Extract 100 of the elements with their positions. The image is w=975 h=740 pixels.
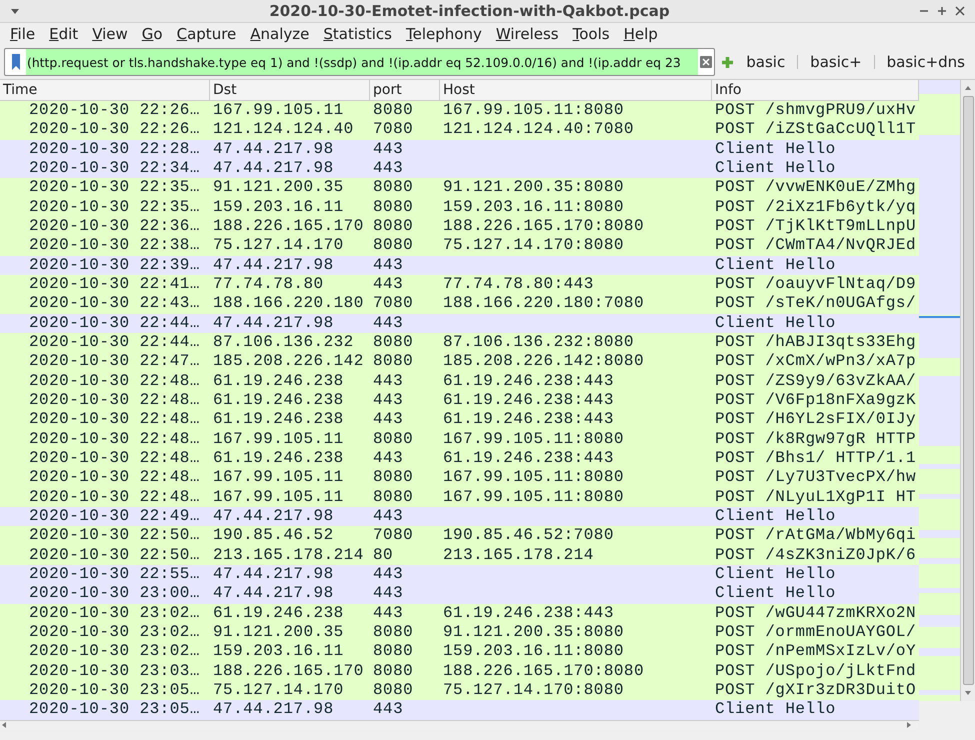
table-cell-text: 2020-10-30 22:39… [28, 256, 201, 275]
table-cell-text: 91.121.200.35:8080 [442, 178, 625, 198]
table-cell-text: 2020-10-30 23:05… [28, 680, 201, 700]
table-cell-text: POST /2iXz1Fb6ytk/yq [714, 198, 918, 217]
filter-button[interactable]: basic [740, 53, 792, 71]
table-cell-text: POST /ormmEnoUAYGOL/ [714, 622, 918, 642]
table-cell-text: 2020-10-30 23:02… [28, 622, 201, 642]
table-cell-text: Client Hello [714, 314, 837, 333]
table-cell-text: POST /USpojo/jLktFnd [714, 662, 918, 681]
filter-button[interactable]: basic+dns [880, 53, 971, 71]
menu-item[interactable]: View [86, 25, 134, 43]
table-cell-text: 8080 [372, 430, 414, 449]
table-cell-text: Client Hello [714, 158, 837, 178]
table-cell-text: 167.99.105.11:8080 [442, 488, 625, 507]
table-cell-text: 2020-10-30 22:38… [28, 236, 201, 256]
column-header[interactable]: Dst [210, 80, 370, 100]
table-cell-text: 75.127.14.170 [212, 236, 345, 256]
table-cell-text: 188.226.165.170 [212, 216, 365, 236]
table-cell-text: 2020-10-30 22:35… [28, 198, 201, 217]
table-cell-text: 443 [372, 274, 404, 294]
table-cell-text: 159.203.16.11 [212, 642, 345, 662]
table-cell-text: 7080 [372, 526, 414, 546]
table-cell-text: 61.19.246.238 [212, 390, 345, 410]
table-cell-text: 2020-10-30 22:48… [28, 390, 201, 410]
table-cell-text: 188.226.165.170:8080 [442, 662, 646, 681]
table-cell-text: POST /4sZK3niZ0JpK/6 [714, 546, 918, 565]
table-cell-text: 2020-10-30 22:43… [28, 294, 201, 314]
menu-item[interactable]: Wireless [490, 25, 565, 43]
menu-item[interactable]: Edit [43, 25, 84, 43]
table-cell-text: 75.127.14.170:8080 [442, 680, 625, 700]
table-cell-text: 2020-10-30 22:49… [28, 506, 201, 526]
table-cell-text: POST /Bhs1/ HTTP/1.1 [714, 448, 918, 468]
table-cell-text: 7080 [372, 294, 414, 314]
display-filter-field[interactable]: (http.request or tls.handshake.type eq 1) and !(ssdp) and !(ip.addr eq 52.109.0.0/16) and !(ip.addr eq 23 [4, 48, 716, 76]
table-cell-text: 2020-10-30 22:28… [28, 140, 201, 159]
menu-item[interactable]: Capture [170, 25, 242, 43]
column-header[interactable]: Time [0, 80, 210, 100]
table-cell-text: 61.19.246.238 [212, 410, 345, 430]
table-cell-text: 159.203.16.11 [212, 198, 345, 217]
table-cell-text: 8080 [372, 101, 414, 120]
table-cell-text: 443 [372, 448, 404, 468]
table-cell-text: POST /xCmX/wPn3/xA7p [714, 352, 918, 372]
table-cell-text: POST /V6Fp18nFXa9gzK [714, 390, 918, 410]
table-cell-text: 443 [372, 506, 404, 526]
table-cell-text: 8080 [372, 680, 414, 700]
column-header[interactable]: port [370, 80, 440, 100]
menu-item[interactable]: Help [618, 25, 664, 43]
table-cell-text: 2020-10-30 23:02… [28, 642, 201, 662]
table-cell-text: Client Hello [714, 140, 837, 159]
table-cell-text: 2020-10-30 22:26… [28, 101, 201, 120]
table-cell-text: 2020-10-30 23:00… [28, 584, 201, 604]
table-cell-text: 167.99.105.11 [212, 430, 345, 449]
table-cell-text: POST /shmvgPRU9/uxHv [714, 101, 918, 120]
table-cell-text: 167.99.105.11:8080 [442, 468, 625, 488]
table-cell-text: POST /ZS9y9/63vZkAA/ [714, 372, 918, 391]
table-cell-text: 443 [372, 256, 404, 275]
table-cell-text: 190.85.46.52:7080 [442, 526, 615, 546]
table-cell-text: 8080 [372, 622, 414, 642]
table-cell-text: POST /CWmTA4/NvQRJEd [714, 236, 918, 256]
table-cell-text: 2020-10-30 23:05… [28, 700, 201, 720]
menu-item[interactable]: File [4, 25, 42, 43]
table-cell-text: 443 [372, 584, 404, 604]
table-cell-text: 77.74.78.80 [212, 274, 325, 294]
menu-item[interactable]: Analyze [244, 25, 316, 43]
table-cell-text: POST /Ly7U3TvecPX/hw [714, 468, 918, 488]
table-cell-text: POST /rAtGMa/WbMy6qi [714, 526, 918, 546]
table-cell-text: 91.121.200.35:8080 [442, 622, 625, 642]
table-cell-text: 7080 [372, 120, 414, 140]
table-cell-text: 213.165.178.214 [442, 546, 595, 565]
table-cell-text: 47.44.217.98 [212, 140, 335, 159]
table-cell-text: 188.226.165.170 [212, 662, 365, 681]
table-cell-text: 91.121.200.35 [212, 622, 345, 642]
table-cell-text: POST /wGU447zmKRXo2N [714, 604, 918, 623]
table-cell-text: 8080 [372, 662, 414, 681]
table-cell-text: 47.44.217.98 [212, 584, 335, 604]
table-cell-text: POST /iZStGaCcUQll1T [714, 120, 918, 140]
table-cell-text: 188.166.220.180:7080 [442, 294, 646, 314]
table-cell-text: 8080 [372, 332, 414, 352]
table-cell-text: 2020-10-30 22:48… [28, 448, 201, 468]
table-cell-text: Client Hello [714, 256, 837, 275]
table-cell-text: 190.85.46.52 [212, 526, 335, 546]
menu-item[interactable]: Go [136, 25, 169, 43]
table-cell-text: 61.19.246.238:443 [442, 410, 615, 430]
table-cell-text: 2020-10-30 22:47… [28, 352, 201, 372]
table-cell-text: 8080 [372, 236, 414, 256]
table-cell-text: 443 [372, 372, 404, 391]
table-cell-text: 443 [372, 140, 404, 159]
column-header[interactable]: Host [440, 80, 712, 100]
menu-item[interactable]: Tools [566, 25, 616, 43]
table-cell-text: 188.166.220.180 [212, 294, 365, 314]
menu-item[interactable]: Telephony [400, 25, 488, 43]
menu-item[interactable]: Statistics [317, 25, 398, 43]
table-cell-text: 8080 [372, 198, 414, 217]
filter-button[interactable]: basic+ [804, 53, 868, 71]
table-cell-text: 47.44.217.98 [212, 158, 335, 178]
table-cell-text: 2020-10-30 22:48… [28, 410, 201, 430]
table-cell-text: 443 [372, 390, 404, 410]
table-cell-text: 61.19.246.238:443 [442, 604, 615, 623]
table-cell-text: 47.44.217.98 [212, 314, 335, 333]
table-cell-text: Client Hello [714, 584, 837, 604]
